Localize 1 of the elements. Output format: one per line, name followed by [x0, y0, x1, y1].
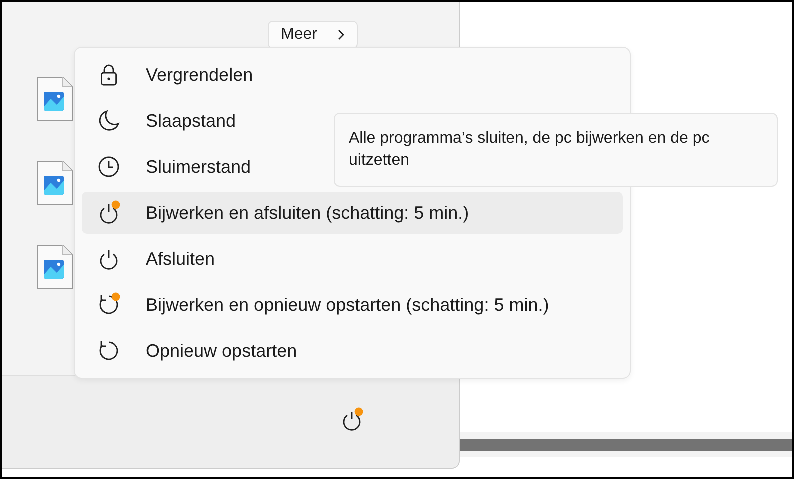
tooltip: Alle programma’s sluiten, de pc bijwerken en de pc uitzetten — [334, 113, 778, 187]
